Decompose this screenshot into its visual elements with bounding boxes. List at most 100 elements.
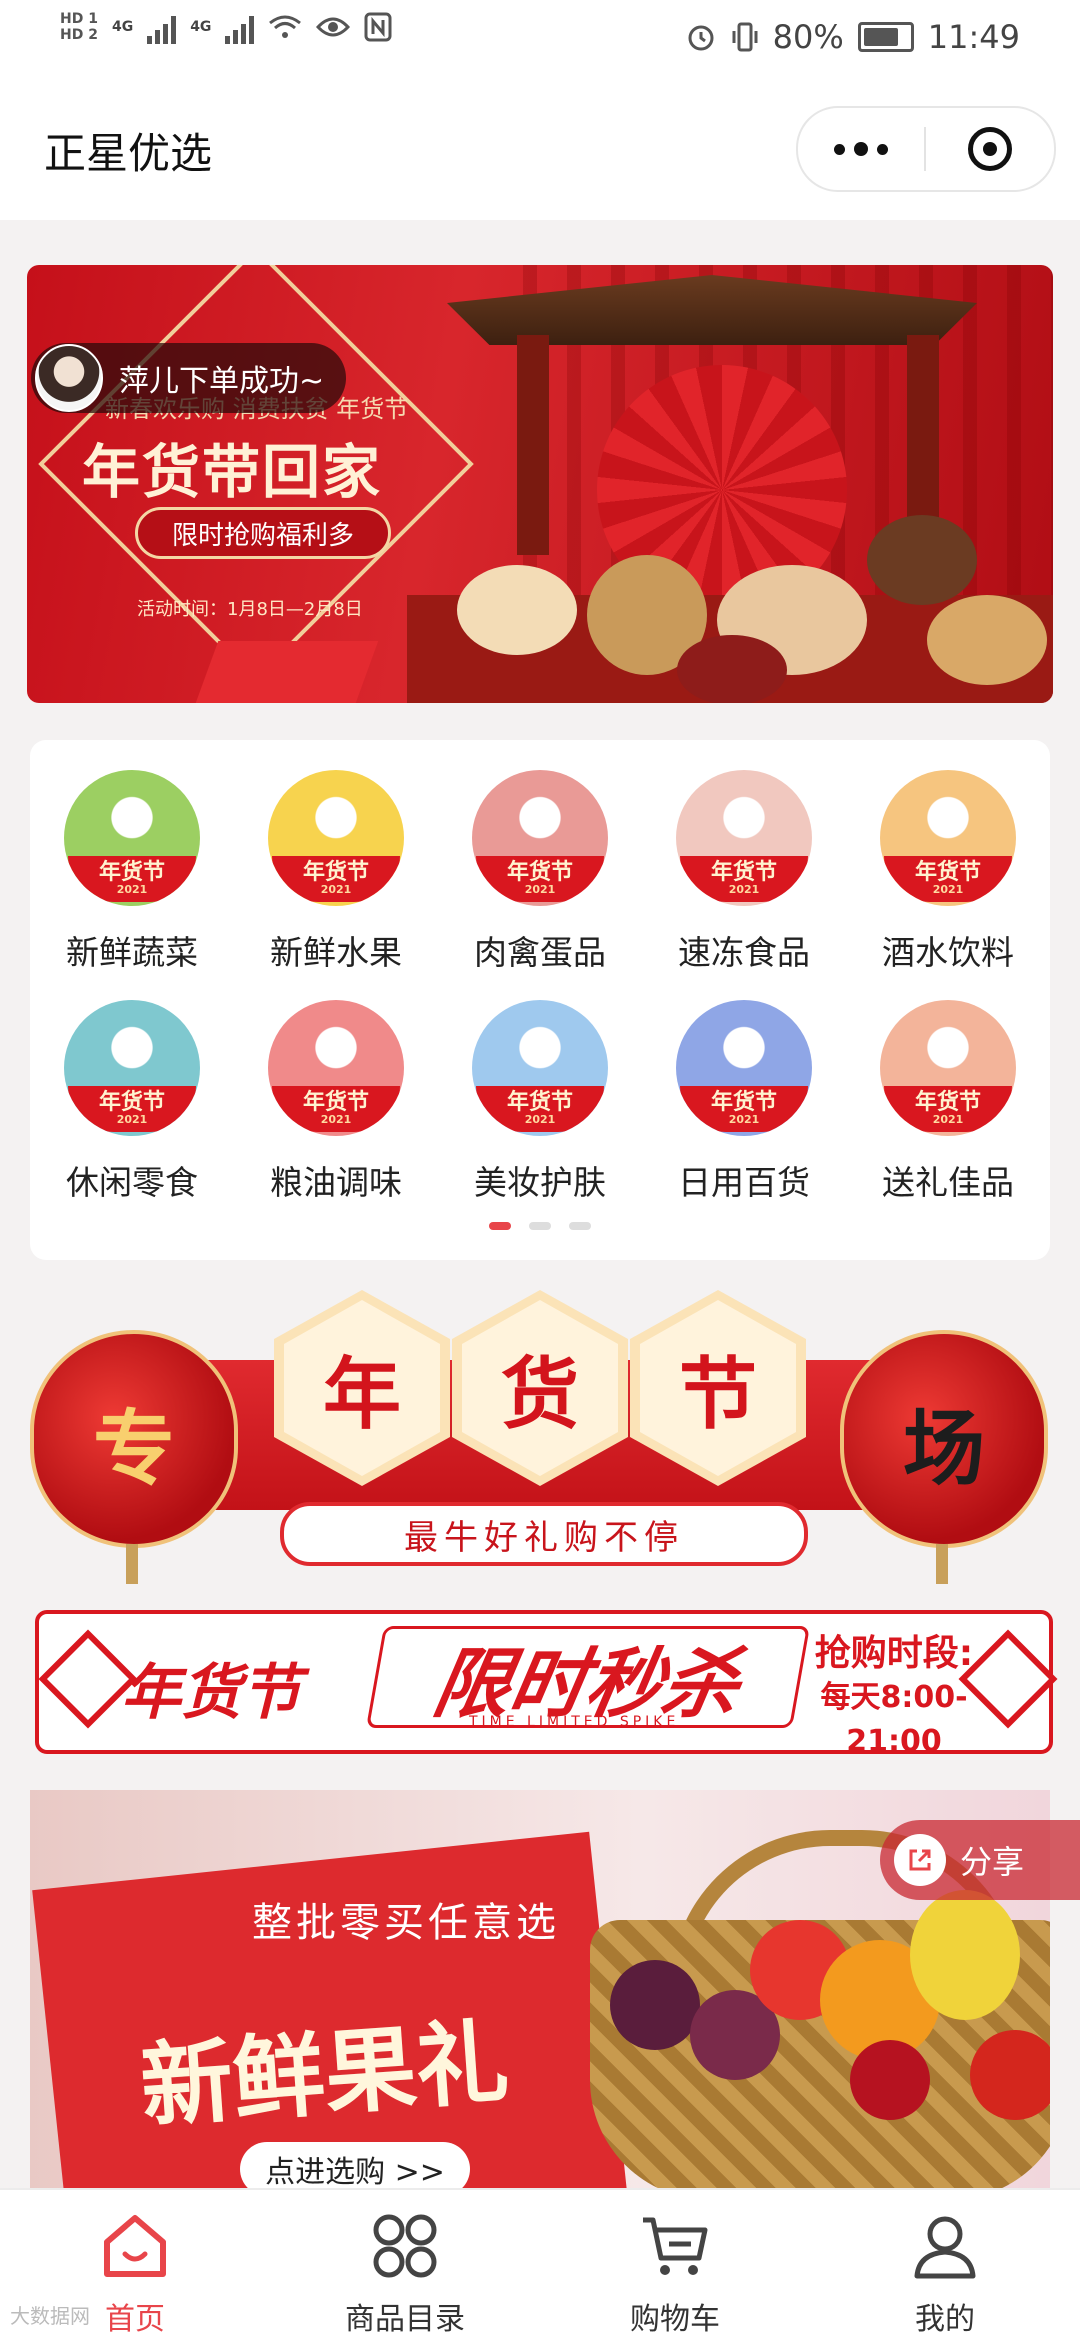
tab-catalog-label: 商品目录 [345,2302,465,2337]
category-label: 酒水饮料 [882,933,1014,972]
pillar-graphic [517,335,549,555]
promo-banner[interactable]: 新春欢乐购 消费扶贫 年货节 年货带回家 限时抢购福利多 活动时间：1月8日—2… [27,265,1053,703]
status-bar: HD 1 HD 2 4G 4G 80% 11:49 [0,0,1080,80]
vegetables-icon: 年货节 2021 [64,770,200,906]
festival-badge-year: 2021 [116,883,148,896]
category-item[interactable]: 年货节 2021 日用百货 [642,1000,846,1204]
carousel-indicator [30,1222,1050,1230]
tab-profile[interactable]: 我的 [810,2190,1080,2342]
lantern-left: 专 [30,1330,238,1584]
red-envelope-graphic [195,641,379,703]
festival-badge-text: 年货节 [914,1090,981,1115]
tab-catalog[interactable]: 商品目录 [270,2190,540,2342]
cosmetics-icon: 年货节 2021 [472,1000,608,1136]
festival-badge-text: 年货节 [506,1090,573,1115]
category-item[interactable]: 年货节 2021 酒水饮料 [846,770,1050,974]
food-graphic [927,595,1047,685]
flash-sale-strip[interactable]: 年货节 限时秒杀 TIME LIMITED SPIKE 抢购时段: 每天8:00… [35,1610,1058,1759]
tab-cart-label: 购物车 [630,2302,720,2337]
flash-sale-english: TIME LIMITED SPIKE [469,1714,680,1730]
share-label: 分享 [960,1843,1025,1881]
festival-badge-text: 年货节 [710,860,777,885]
flash-sale-time-value: 每天8:00-21:00 [820,1680,968,1759]
carousel-dot [529,1222,551,1230]
more-dots-icon [834,143,845,155]
festival-badge-text: 年货节 [302,1090,369,1115]
category-item[interactable]: 年货节 2021 速冻食品 [642,770,846,974]
festival-badge-year: 2021 [320,883,352,896]
hex-text: 货 [500,1349,579,1440]
category-item[interactable]: 年货节 2021 美妆护肤 [438,1000,642,1204]
hex-text: 年 [322,1349,401,1440]
pear-graphic [910,1890,1020,2020]
vibrate-icon [732,22,758,52]
festival-badge: 年货节 2021 [476,856,604,902]
category-label: 速冻食品 [678,933,810,972]
festival-subtitle: 最牛好礼购不停 [280,1502,808,1566]
festival-badge: 年货节 2021 [476,1086,604,1132]
order-notification: 萍儿下单成功~ [31,343,347,413]
category-item[interactable]: 年货节 2021 新鲜水果 [234,770,438,974]
category-label: 肉禽蛋品 [474,933,606,972]
share-icon [894,1834,946,1886]
drinks-icon: 年货节 2021 [880,770,1016,906]
catalog-icon [373,2214,437,2278]
tab-home-label: 首页 [105,2302,165,2337]
frozen-food-icon: 年货节 2021 [676,770,812,906]
festival-badge-year: 2021 [524,1113,556,1126]
share-button[interactable]: 分享 [880,1820,1080,1900]
category-item[interactable]: 年货节 2021 肉禽蛋品 [438,770,642,974]
food-graphic [457,565,577,655]
signal-icon [225,10,255,44]
battery-icon [857,22,914,52]
miniprogram-capsule [796,106,1056,192]
clock: 11:49 [927,18,1020,56]
festival-badge-text: 年货节 [98,860,165,885]
target-icon [968,127,1012,171]
festival-badge: 年货节 2021 [884,1086,1012,1132]
category-item[interactable]: 年货节 2021 休闲零食 [30,1000,234,1204]
festival-badge-year: 2021 [320,1113,352,1126]
network-type-2: 4G [190,19,212,35]
festival-badge-text: 年货节 [98,1090,165,1115]
festival-badge-year: 2021 [932,1113,964,1126]
hex-text: 节 [678,1349,757,1440]
festival-badge-text: 年货节 [302,860,369,885]
shop-now-button[interactable]: 点进选购 >> [240,2142,470,2190]
fruit-banner-subtitle: 整批零买任意选 [252,1900,560,1946]
festival-badge: 年货节 2021 [884,856,1012,902]
festival-badge-year: 2021 [524,883,556,896]
tab-cart[interactable]: 购物车 [540,2190,810,2342]
category-label: 粮油调味 [270,1163,402,1202]
banner-date: 活动时间：1月8日—2月8日 [137,599,363,620]
close-miniprogram-button[interactable] [926,127,1054,171]
lantern-left-text: 专 [92,1401,175,1497]
carousel-dot [569,1222,591,1230]
watermark: 大数据网 [10,2304,90,2328]
category-item[interactable]: 年货节 2021 送礼佳品 [846,1000,1050,1204]
battery-percent: 80% [772,18,844,56]
food-graphic [677,635,787,703]
festival-badge-text: 年货节 [710,1090,777,1115]
more-button[interactable] [798,108,924,190]
festival-badge: 年货节 2021 [272,1086,400,1132]
food-graphic [867,515,977,605]
festival-badge-year: 2021 [728,1113,760,1126]
banner-headline: 年货带回家 [82,438,383,506]
festival-badge-text: 年货节 [914,860,981,885]
category-item[interactable]: 年货节 2021 粮油调味 [234,1000,438,1204]
fruits-icon: 年货节 2021 [268,770,404,906]
festival-badge-text: 年货节 [506,860,573,885]
app-header: 正星优选 [0,80,1080,220]
category-label: 日用百货 [678,1163,810,1202]
bottom-tab-bar: 首页 商品目录 购物车 我的 [0,2188,1080,2342]
festival-badge-year: 2021 [932,883,964,896]
tab-profile-label: 我的 [915,2302,975,2337]
wifi-icon [269,15,302,38]
festival-banner[interactable]: 专 场 年 货 节 最牛好礼购不停 [30,1290,1050,1584]
flash-sale-time-label: 抢购时段: [814,1633,974,1674]
flash-sale-time: 抢购时段: 每天8:00-21:00 [809,1632,979,1764]
festival-badge: 年货节 2021 [68,856,196,902]
category-item[interactable]: 年货节 2021 新鲜蔬菜 [30,770,234,974]
notification-text: 萍儿下单成功~ [119,364,325,399]
